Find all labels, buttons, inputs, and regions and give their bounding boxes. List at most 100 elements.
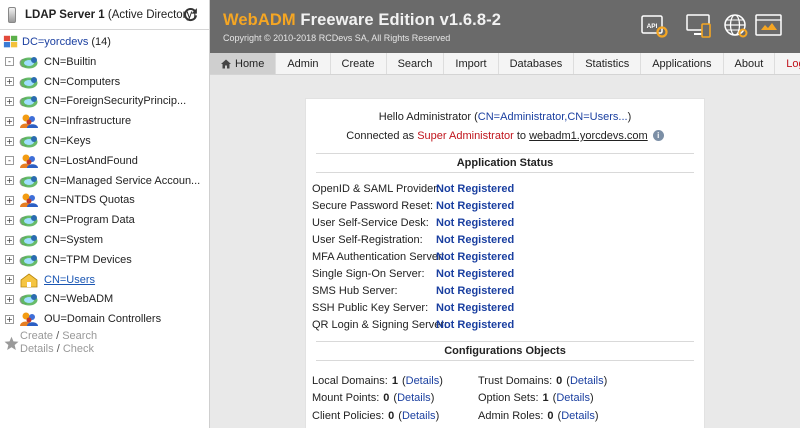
tree-node[interactable]: + CN=Program Data bbox=[0, 210, 209, 230]
home-folder-icon bbox=[20, 273, 38, 288]
refresh-icon[interactable] bbox=[182, 6, 199, 23]
tree-root-domain[interactable]: DC=yorcdevs (14) bbox=[0, 32, 209, 52]
nav-about[interactable]: About bbox=[724, 53, 776, 74]
tree-node[interactable]: + CN=WebADM bbox=[0, 290, 209, 310]
config-details-link[interactable]: Details bbox=[570, 375, 604, 387]
config-row: Local Domains: 1 (Details) Trust Domains: 0(… bbox=[312, 372, 704, 390]
config-label: Trust Domains: bbox=[478, 374, 553, 387]
expand-icon[interactable]: + bbox=[5, 314, 14, 324]
group-icon bbox=[20, 193, 38, 208]
collapse-icon[interactable]: - bbox=[5, 156, 14, 166]
expand-icon[interactable]: + bbox=[5, 294, 14, 304]
tree-node[interactable]: + CN=Managed Service Accoun... bbox=[0, 171, 209, 191]
tree-node[interactable]: + CN=TPM Devices bbox=[0, 250, 209, 270]
group-icon bbox=[20, 312, 38, 327]
config-item: Local Domains: 1 (Details) bbox=[312, 374, 443, 387]
config-item: Mount Points: 0 (Details) bbox=[312, 392, 435, 405]
config-item: Trust Domains: 0 (Details) bbox=[478, 374, 608, 387]
globe-icon[interactable] bbox=[722, 12, 750, 40]
nav-search[interactable]: Search bbox=[387, 53, 445, 74]
details-action[interactable]: Details bbox=[20, 343, 54, 355]
config-details-link[interactable]: Details bbox=[561, 410, 595, 422]
config-row: Mount Points: 0 (Details) Option Sets: 1 (Det… bbox=[312, 390, 704, 408]
nav-home[interactable]: Home bbox=[210, 53, 277, 74]
devices-icon[interactable] bbox=[685, 12, 713, 40]
nav-label: Home bbox=[235, 57, 265, 70]
tree-node-label: CN=Program Data bbox=[44, 214, 135, 227]
expand-icon[interactable]: + bbox=[5, 235, 14, 245]
group-icon bbox=[20, 154, 38, 168]
config-details-link[interactable]: Details bbox=[556, 392, 590, 404]
expand-icon[interactable]: + bbox=[5, 176, 14, 186]
config-details-link[interactable]: Details bbox=[406, 375, 440, 387]
config-item: Admin Roles: 0 (Details) bbox=[478, 409, 599, 422]
nav-label: Search bbox=[397, 57, 433, 70]
collapse-icon[interactable]: - bbox=[5, 57, 14, 67]
tree-node-label: CN=TPM Devices bbox=[44, 253, 132, 266]
tree-node[interactable]: + CN=Infrastructure bbox=[0, 111, 209, 131]
expand-icon[interactable]: + bbox=[5, 77, 14, 87]
tree-node-label: CN=Managed Service Accoun... bbox=[44, 174, 201, 187]
config-label: Client Policies: bbox=[312, 409, 385, 422]
tree-node-label: CN=Keys bbox=[44, 135, 91, 148]
nav-label: Admin bbox=[287, 57, 319, 70]
search-action[interactable]: Search bbox=[62, 330, 97, 342]
configuration-objects-grid: Local Domains: 1 (Details) Trust Domains: 0(… bbox=[306, 372, 704, 425]
group-icon bbox=[20, 114, 38, 129]
config-details-link[interactable]: Details bbox=[397, 392, 431, 404]
main-nav: Home Admin Create Search Import Databases Stat… bbox=[210, 53, 800, 75]
status-value: Not Registered bbox=[436, 318, 515, 331]
server-header: LDAP Server 1 (Active Directory) bbox=[0, 0, 209, 30]
expand-icon[interactable]: + bbox=[5, 136, 14, 146]
nav-import[interactable]: Import bbox=[444, 53, 499, 74]
web-server-icon[interactable] bbox=[755, 12, 783, 40]
expand-icon[interactable]: + bbox=[5, 215, 14, 225]
tree-node[interactable]: - CN=Builtin bbox=[0, 52, 209, 72]
status-label: SMS Hub Server: bbox=[312, 284, 398, 297]
config-label: Local Domains: bbox=[312, 374, 388, 387]
expand-icon[interactable]: + bbox=[5, 96, 14, 106]
expand-icon[interactable]: + bbox=[5, 255, 14, 265]
status-value: Not Registered bbox=[436, 284, 515, 297]
server-icon bbox=[8, 6, 16, 23]
nav-logout[interactable]: Logout bbox=[775, 53, 800, 74]
tree-node[interactable]: + CN=NTDS Quotas bbox=[0, 191, 209, 211]
tree-node[interactable]: - CN=LostAndFound bbox=[0, 151, 209, 171]
nav-create[interactable]: Create bbox=[331, 53, 387, 74]
info-icon[interactable]: i bbox=[652, 130, 664, 141]
tree-node[interactable]: + CN=ForeignSecurityPrincip... bbox=[0, 92, 209, 112]
config-count: 0 bbox=[556, 374, 563, 387]
tree-node[interactable]: + CN=Users bbox=[0, 270, 209, 290]
nav-applications[interactable]: Applications bbox=[641, 53, 724, 74]
tree-node[interactable]: + CN=System bbox=[0, 230, 209, 250]
expand-icon[interactable]: + bbox=[5, 116, 14, 126]
tree-node[interactable]: + CN=Keys bbox=[0, 131, 209, 151]
nav-databases[interactable]: Databases bbox=[499, 53, 575, 74]
domain-icon bbox=[3, 35, 18, 48]
create-action[interactable]: Create bbox=[20, 330, 53, 342]
nav-admin[interactable]: Admin bbox=[276, 53, 331, 74]
expand-icon[interactable]: + bbox=[5, 195, 14, 205]
container-icon bbox=[19, 215, 38, 227]
api-settings-icon[interactable]: API bbox=[640, 12, 668, 40]
server-title[interactable]: LDAP Server 1 (Active Directory) bbox=[25, 9, 196, 21]
admin-dn-link[interactable]: CN=Administrator,CN=Users... bbox=[478, 111, 628, 123]
tree-node-label: CN=Infrastructure bbox=[44, 115, 132, 128]
config-count: 0 bbox=[388, 409, 395, 422]
expand-icon[interactable]: + bbox=[5, 275, 14, 285]
tree-node-label: CN=Computers bbox=[44, 75, 121, 88]
status-label: User Self-Registration: bbox=[312, 233, 423, 246]
status-row: User Self-Service Desk: Not Registered bbox=[306, 214, 704, 231]
tree-node[interactable]: + CN=Computers bbox=[0, 72, 209, 92]
status-label: SSH Public Key Server: bbox=[312, 301, 429, 314]
status-value: Not Registered bbox=[436, 233, 515, 246]
tree-node-label: CN=LostAndFound bbox=[44, 154, 138, 167]
check-action[interactable]: Check bbox=[63, 343, 94, 355]
nav-label: Create bbox=[341, 57, 375, 70]
config-details-link[interactable]: Details bbox=[402, 410, 436, 422]
nav-statistics[interactable]: Statistics bbox=[574, 53, 642, 74]
config-label: Mount Points: bbox=[312, 392, 380, 405]
server-host-link[interactable]: webadm1.yorcdevs.com bbox=[529, 130, 648, 142]
star-icon bbox=[4, 336, 19, 350]
tree-node[interactable]: + OU=Domain Controllers bbox=[0, 309, 209, 329]
